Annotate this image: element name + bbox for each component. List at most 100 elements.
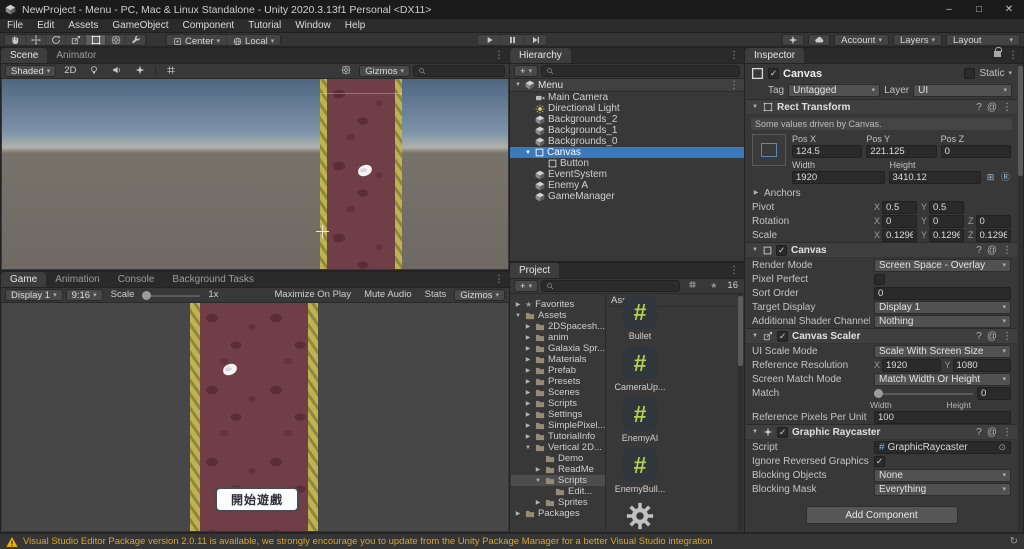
foldout-closed-icon[interactable]: ▶: [524, 379, 532, 385]
gameobject-name[interactable]: Canvas: [783, 68, 960, 80]
rect-tool-button[interactable]: [85, 35, 105, 45]
component-enabled-checkbox[interactable]: ✓: [777, 426, 788, 438]
pivot-center-button[interactable]: Center ▾: [167, 35, 227, 45]
graphic-raycaster-header[interactable]: ▼ ✓ Graphic Raycaster ? @ ⋮: [746, 424, 1017, 440]
tree-item[interactable]: ▼ Assets: [511, 310, 605, 321]
scene-audio-button[interactable]: [107, 65, 127, 77]
asset-item[interactable]: GameMan...: [608, 499, 672, 531]
asset-item[interactable]: # CameraUp...: [608, 346, 672, 392]
height-field[interactable]: [888, 171, 981, 184]
layers-dropdown[interactable]: Layers ▾: [892, 34, 942, 46]
kebab-icon[interactable]: ⋮: [1003, 48, 1023, 63]
menu-help[interactable]: Help: [338, 19, 373, 32]
foldout-closed-icon[interactable]: ▶: [524, 346, 532, 352]
menu-file[interactable]: File: [0, 19, 30, 32]
lock-icon[interactable]: [994, 46, 1002, 57]
component-enabled-checkbox[interactable]: ✓: [776, 244, 787, 256]
tab-animator[interactable]: Animator: [47, 48, 105, 63]
scale-tool-button[interactable]: [65, 35, 85, 45]
help-icon[interactable]: ?: [976, 245, 982, 256]
pos-z-field[interactable]: [940, 145, 1011, 158]
static-checkbox[interactable]: [964, 68, 976, 79]
width-field[interactable]: [792, 171, 885, 184]
chevron-down-icon[interactable]: ▾: [1008, 70, 1012, 77]
tree-item[interactable]: ▶ SimplePixel...: [511, 420, 605, 431]
foldout-closed-icon[interactable]: ▶: [524, 335, 532, 341]
blueprint-mode-icon[interactable]: ⊞: [985, 172, 996, 183]
maximize-button[interactable]: □: [964, 0, 994, 19]
rotation-x-field[interactable]: [882, 214, 917, 228]
pivot-y-field[interactable]: [929, 200, 964, 214]
scale-y-field[interactable]: [929, 228, 964, 242]
custom-tool-button[interactable]: [125, 35, 145, 45]
tree-item[interactable]: ▼ Vertical 2D...: [511, 442, 605, 453]
foldout-open-icon[interactable]: ▼: [751, 247, 759, 253]
tab-game[interactable]: Game: [1, 272, 47, 287]
hierarchy-item[interactable]: Enemy A: [510, 180, 744, 191]
foldout-open-icon[interactable]: ▼: [534, 478, 542, 484]
pause-button[interactable]: [500, 35, 524, 45]
tab-inspector[interactable]: Inspector: [745, 48, 805, 63]
foldout-closed-icon[interactable]: ▶: [514, 302, 522, 308]
foldout-closed-icon[interactable]: ▶: [534, 500, 542, 506]
active-checkbox[interactable]: ✓: [768, 68, 779, 79]
foldout-closed-icon[interactable]: ▶: [524, 324, 532, 330]
menu-component[interactable]: Component: [176, 19, 242, 32]
tab-project[interactable]: Project: [510, 263, 560, 278]
foldout-closed-icon[interactable]: ▶: [524, 401, 532, 407]
foldout-open-icon[interactable]: ▼: [514, 82, 522, 88]
layout-dropdown[interactable]: Layout ▾: [946, 34, 1020, 46]
presets-icon[interactable]: @: [987, 427, 997, 438]
rotation-z-field[interactable]: [975, 214, 1011, 228]
minimize-button[interactable]: –: [934, 0, 964, 19]
reference-ppu-field[interactable]: [874, 410, 1011, 424]
collab-cloud-button[interactable]: [808, 34, 831, 46]
kebab-icon[interactable]: ⋮: [489, 48, 509, 63]
scrollbar-thumb[interactable]: [738, 296, 743, 366]
foldout-closed-icon[interactable]: ▶: [752, 190, 760, 196]
presets-icon[interactable]: @: [987, 331, 997, 342]
add-component-button[interactable]: Add Component: [805, 506, 958, 524]
tree-item[interactable]: ▶ Sprites: [511, 497, 605, 508]
foldout-open-icon[interactable]: ▼: [751, 333, 759, 339]
rect-transform-header[interactable]: ▼ Rect Transform ? @ ⋮: [746, 99, 1017, 115]
menu-assets[interactable]: Assets: [61, 19, 105, 32]
scene-fx-dropdown[interactable]: [130, 65, 150, 77]
component-tools-button[interactable]: [336, 65, 356, 77]
slider-knob[interactable]: [142, 290, 152, 300]
tree-item[interactable]: ▶ Materials: [511, 354, 605, 365]
presets-icon[interactable]: @: [987, 102, 997, 113]
project-search-input[interactable]: [557, 279, 676, 293]
tab-console[interactable]: Console: [109, 272, 164, 287]
foldout-open-icon[interactable]: ▼: [751, 104, 759, 110]
account-dropdown[interactable]: Account ▾: [834, 34, 889, 46]
display-dropdown[interactable]: Display 1 ▾: [5, 289, 63, 301]
hierarchy-search-input[interactable]: [557, 64, 735, 78]
foldout-closed-icon[interactable]: ▶: [524, 390, 532, 396]
menu-tutorial[interactable]: Tutorial: [241, 19, 288, 32]
slider-knob[interactable]: [874, 388, 883, 398]
tab-background-tasks[interactable]: Background Tasks: [163, 272, 263, 287]
asset-item[interactable]: # EnemyAI: [608, 397, 672, 443]
tab-hierarchy[interactable]: Hierarchy: [510, 48, 571, 63]
tree-item[interactable]: ▶ anim: [511, 332, 605, 343]
foldout-closed-icon[interactable]: ▶: [534, 467, 542, 473]
foldout-closed-icon[interactable]: ▶: [524, 357, 532, 363]
pos-x-field[interactable]: [792, 145, 863, 158]
game-gizmos-dropdown[interactable]: Gizmos ▾: [454, 289, 505, 301]
tab-scene[interactable]: Scene: [1, 48, 48, 63]
foldout-open-icon[interactable]: ▼: [514, 313, 522, 319]
foldout-closed-icon[interactable]: ▶: [514, 511, 522, 517]
tree-item[interactable]: ▶ TutorialInfo: [511, 431, 605, 442]
scene-search-input[interactable]: [429, 64, 500, 78]
kebab-icon[interactable]: ⋮: [1002, 427, 1012, 438]
status-warning-text[interactable]: Visual Studio Editor Package version 2.0…: [23, 536, 713, 547]
ref-resolution-y-field[interactable]: [952, 358, 1011, 372]
foldout-open-icon[interactable]: ▼: [524, 150, 532, 156]
inspector-scrollbar[interactable]: [1018, 64, 1023, 531]
services-button[interactable]: [782, 34, 805, 46]
kebab-icon[interactable]: ⋮: [489, 272, 509, 287]
raw-edit-icon[interactable]: Ⓡ: [1000, 172, 1011, 183]
project-search[interactable]: [541, 279, 681, 293]
presets-icon[interactable]: @: [987, 245, 997, 256]
